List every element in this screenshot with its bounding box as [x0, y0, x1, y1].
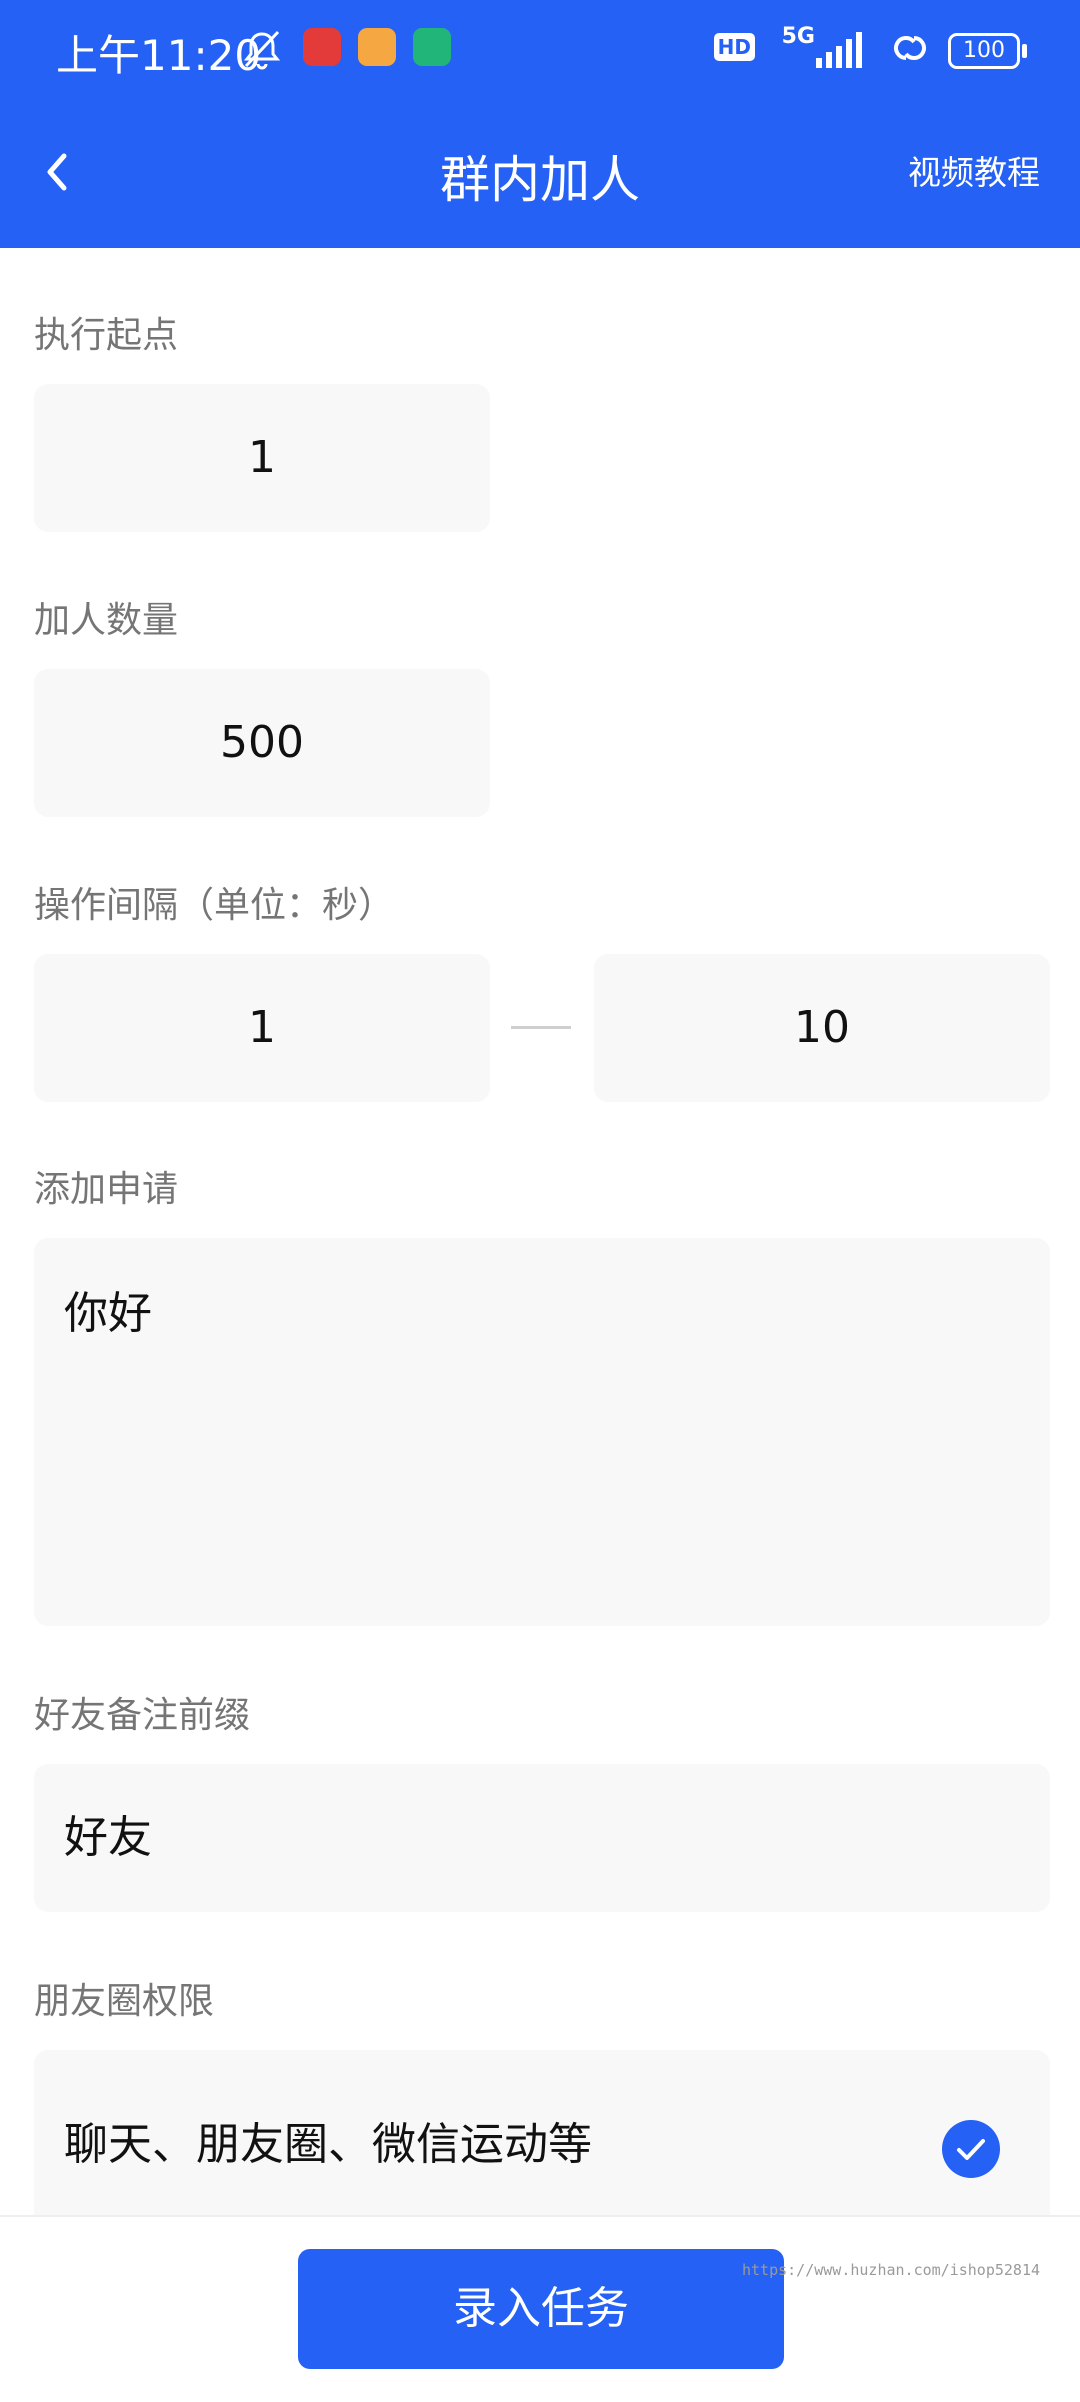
add-count-input[interactable]: 500 [34, 669, 490, 817]
status-time: 上午11:20 [56, 31, 262, 80]
nav-bar: 群内加人 视频教程 [0, 100, 1080, 248]
watermark-text: https://www.huzhan.com/ishop52814 [741, 2261, 1040, 2279]
start-point-input[interactable]: 1 [34, 384, 490, 532]
app-header: 上午11:20 HD 5G 100 群内加人 视频教程 [0, 0, 1080, 248]
app-notification-icon [358, 28, 396, 66]
remark-prefix-label: 好友备注前缀 [34, 1695, 251, 1736]
moments-permission-label: 朋友圈权限 [34, 1981, 215, 2022]
add-count-label: 加人数量 [34, 600, 179, 641]
battery-icon: 100 [948, 33, 1027, 69]
interval-min-input[interactable]: 1 [34, 954, 490, 1102]
signal-icon [814, 30, 868, 72]
interval-max-input[interactable]: 10 [594, 954, 1050, 1102]
footer-bar: 录入任务 https://www.huzhan.com/ishop52814 [0, 2215, 1080, 2402]
hotspot-link-icon [886, 28, 934, 72]
video-tutorial-link[interactable]: 视频教程 [908, 146, 1040, 194]
submit-task-button[interactable]: 录入任务 [298, 2249, 784, 2369]
remark-prefix-input[interactable]: 好友 [34, 1764, 1050, 1912]
bell-off-icon [238, 26, 286, 74]
permission-option-label: 聊天、朋友圈、微信运动等 [64, 2119, 592, 2170]
request-message-input[interactable]: 你好 [34, 1238, 1050, 1626]
interval-label: 操作间隔（单位：秒） [34, 885, 395, 926]
hd-icon: HD [713, 33, 755, 61]
status-bar: 上午11:20 HD 5G 100 [0, 0, 1080, 100]
start-point-label: 执行起点 [34, 315, 179, 356]
checkmark-icon[interactable] [942, 2120, 1000, 2178]
request-label: 添加申请 [34, 1169, 179, 1210]
range-separator [511, 1026, 571, 1029]
network-type: 5G [781, 24, 815, 49]
shield-app-icon [413, 28, 451, 66]
app-notification-icon [303, 28, 341, 66]
